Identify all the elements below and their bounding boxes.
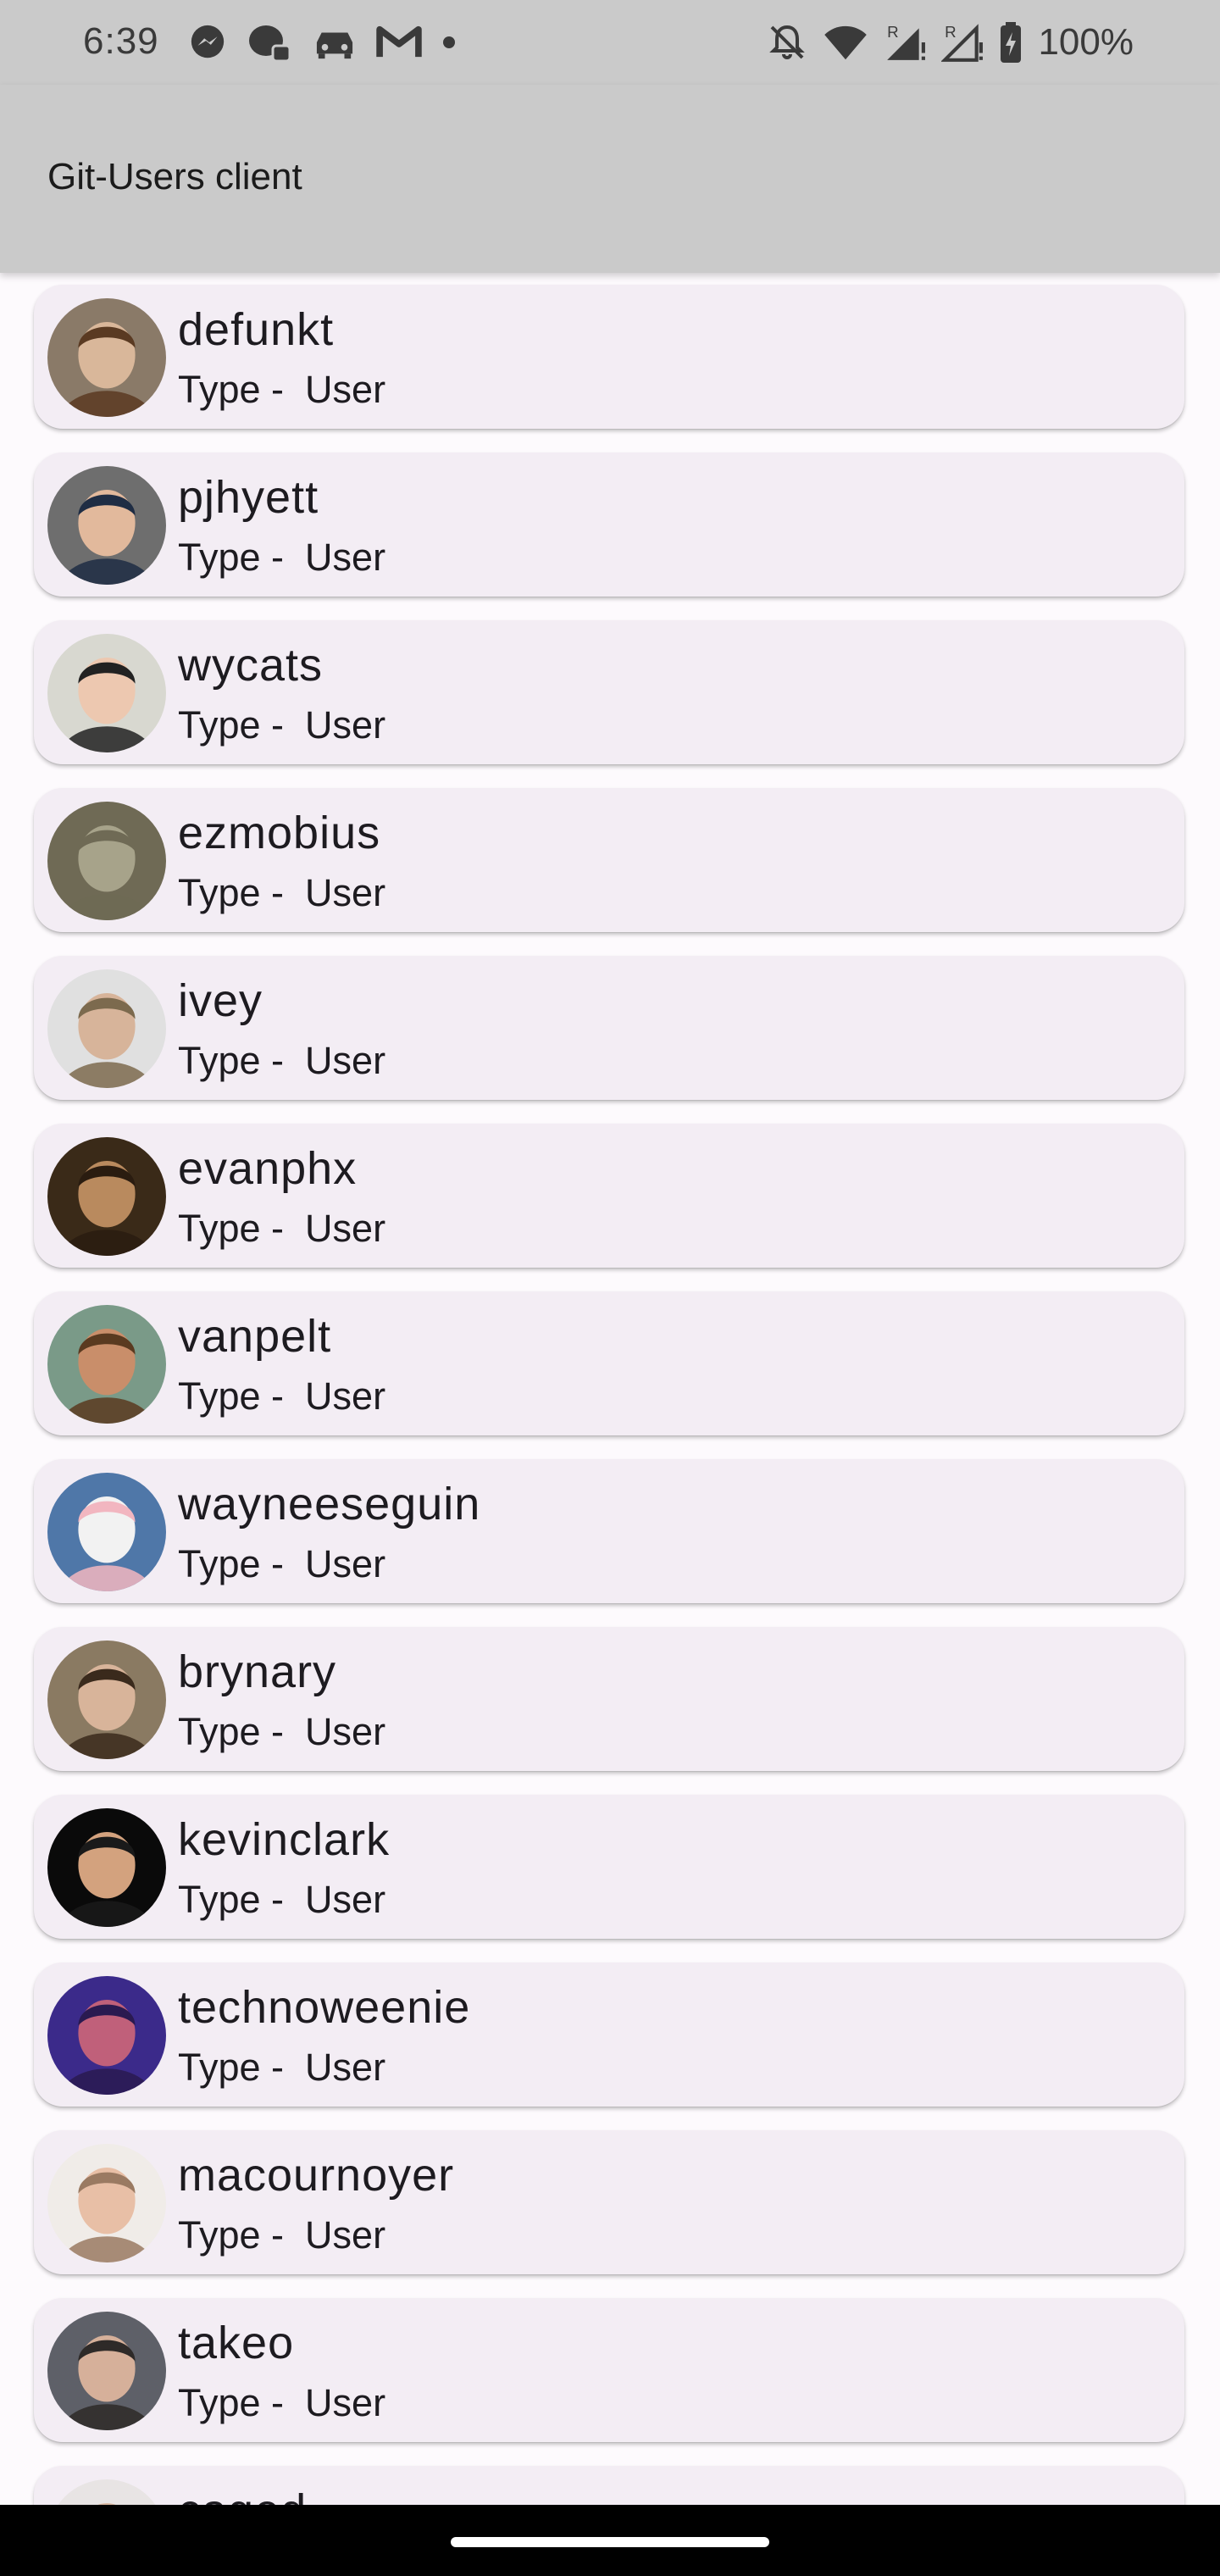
user-list-item[interactable]: caged: [34, 2466, 1184, 2505]
avatar: [47, 1305, 166, 1424]
signal-roaming-icon: R: [941, 23, 984, 62]
chat-bubble-icon: [249, 25, 291, 63]
avatar: [47, 2479, 166, 2505]
avatar: [47, 2312, 166, 2430]
avatar: [47, 1976, 166, 2095]
user-type: Type - User: [178, 703, 386, 747]
user-type: Type - User: [178, 1710, 386, 1753]
gmail-icon: [376, 25, 422, 58]
user-list-item[interactable]: pjhyett Type - User: [34, 452, 1184, 597]
svg-text:R: R: [888, 23, 900, 41]
user-type: Type - User: [178, 1374, 386, 1418]
dot-icon: [443, 36, 455, 48]
wifi-icon: [824, 25, 868, 60]
avatar: [47, 634, 166, 752]
user-list-item[interactable]: technoweenie Type - User: [34, 1963, 1184, 2107]
messenger-icon: [191, 25, 225, 58]
user-type: Type - User: [178, 2213, 386, 2257]
system-icons: R R 100%: [767, 19, 1134, 66]
status-time: 6:39: [83, 20, 159, 62]
avatar: [47, 1137, 166, 1256]
user-login: brynary: [178, 1646, 337, 1697]
user-login: kevinclark: [178, 1814, 391, 1865]
user-login: wayneeseguin: [178, 1479, 481, 1530]
user-list-item[interactable]: evanphx Type - User: [34, 1124, 1184, 1268]
bell-off-icon: [769, 25, 806, 59]
user-list-item[interactable]: kevinclark Type - User: [34, 1795, 1184, 1939]
user-list-item[interactable]: macournoyer Type - User: [34, 2130, 1184, 2274]
user-list-item[interactable]: wycats Type - User: [34, 620, 1184, 764]
avatar: [47, 1808, 166, 1927]
user-type: Type - User: [178, 2381, 386, 2424]
user-login: ivey: [178, 975, 263, 1026]
avatar: [47, 466, 166, 585]
battery-percentage: 100%: [1038, 21, 1134, 63]
user-list-item[interactable]: ivey Type - User: [34, 956, 1184, 1100]
user-type: Type - User: [178, 368, 386, 411]
avatar: [47, 969, 166, 1088]
home-gesture-handle[interactable]: [451, 2537, 769, 2547]
user-type: Type - User: [178, 1542, 386, 1585]
user-type: Type - User: [178, 536, 386, 579]
user-list-item[interactable]: takeo Type - User: [34, 2298, 1184, 2442]
user-login: ezmobius: [178, 808, 381, 858]
user-list-item[interactable]: defunkt Type - User: [34, 285, 1184, 429]
user-login: evanphx: [178, 1143, 358, 1194]
user-type: Type - User: [178, 2046, 386, 2089]
user-login: defunkt: [178, 304, 335, 355]
avatar: [47, 298, 166, 417]
avatar: [47, 1641, 166, 1759]
user-list-item[interactable]: brynary Type - User: [34, 1627, 1184, 1771]
user-list[interactable]: defunkt Type - User pjhyett Type - User wyca…: [0, 273, 1220, 2505]
avatar: [47, 1473, 166, 1591]
car-icon: [316, 32, 353, 59]
user-list-item[interactable]: ezmobius Type - User: [34, 788, 1184, 932]
user-login: takeo: [178, 2318, 295, 2368]
signal-roaming-icon: R: [887, 23, 926, 60]
user-type: Type - User: [178, 1878, 386, 1921]
user-login: wycats: [178, 640, 324, 691]
user-list-item[interactable]: wayneeseguin Type - User: [34, 1459, 1184, 1603]
notification-icons: [188, 19, 458, 66]
user-login: technoweenie: [178, 1982, 471, 2033]
avatar: [47, 802, 166, 920]
avatar: [47, 2144, 166, 2262]
status-bar: 6:39 R R 100%: [0, 0, 1220, 85]
app-bar: Git-Users client: [0, 85, 1220, 273]
user-login: caged: [178, 2484, 307, 2505]
battery-charging-icon: [1001, 22, 1022, 63]
user-type: Type - User: [178, 871, 386, 914]
app-title: Git-Users client: [47, 156, 302, 197]
user-type: Type - User: [178, 1039, 386, 1082]
user-type: Type - User: [178, 1207, 386, 1250]
navigation-bar: [0, 2505, 1220, 2576]
user-login: vanpelt: [178, 1311, 332, 1362]
user-list-item[interactable]: vanpelt Type - User: [34, 1291, 1184, 1435]
user-login: pjhyett: [178, 472, 319, 523]
svg-text:R: R: [946, 23, 957, 41]
user-login: macournoyer: [178, 2150, 455, 2201]
